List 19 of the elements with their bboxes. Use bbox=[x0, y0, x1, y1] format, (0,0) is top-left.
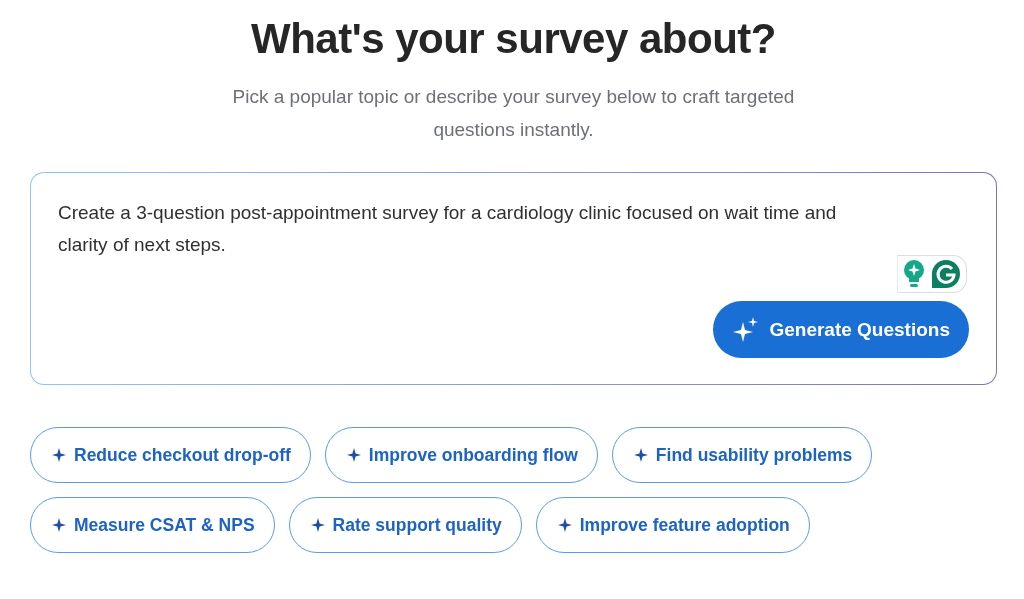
subtitle: Pick a popular topic or describe your survey below to craft targeted questions instantly. bbox=[231, 85, 796, 143]
writing-assistant-widget[interactable] bbox=[897, 255, 967, 294]
sparkle-icon bbox=[633, 448, 648, 463]
lightbulb-icon[interactable] bbox=[903, 260, 925, 289]
sparkle-icon bbox=[52, 448, 66, 463]
topic-chip[interactable]: Rate support quality bbox=[288, 497, 522, 554]
topic-chip[interactable]: Find usability problems bbox=[611, 427, 873, 484]
topic-chip[interactable]: Reduce checkout drop-off bbox=[30, 427, 311, 484]
page-heading: What's your survey about? bbox=[250, 14, 777, 64]
sparkle-icon bbox=[52, 518, 66, 533]
sparkle-icon bbox=[557, 518, 572, 533]
prompt-field[interactable]: Create a 3-question post-appointment survey for a cardiology clinic focused on wait time and clarity of next steps. Generate Questions bbox=[30, 172, 997, 386]
topic-chip[interactable]: Improve feature adoption bbox=[535, 497, 810, 554]
topic-chip[interactable]: Improve onboarding flow bbox=[324, 427, 598, 484]
sparkle-icon bbox=[310, 518, 325, 533]
sparkle-icon bbox=[346, 448, 361, 463]
topic-chip[interactable]: Measure CSAT & NPS bbox=[30, 497, 275, 554]
g-logo-icon[interactable] bbox=[931, 259, 961, 290]
generate-questions-button[interactable]: Generate Questions bbox=[713, 301, 969, 359]
